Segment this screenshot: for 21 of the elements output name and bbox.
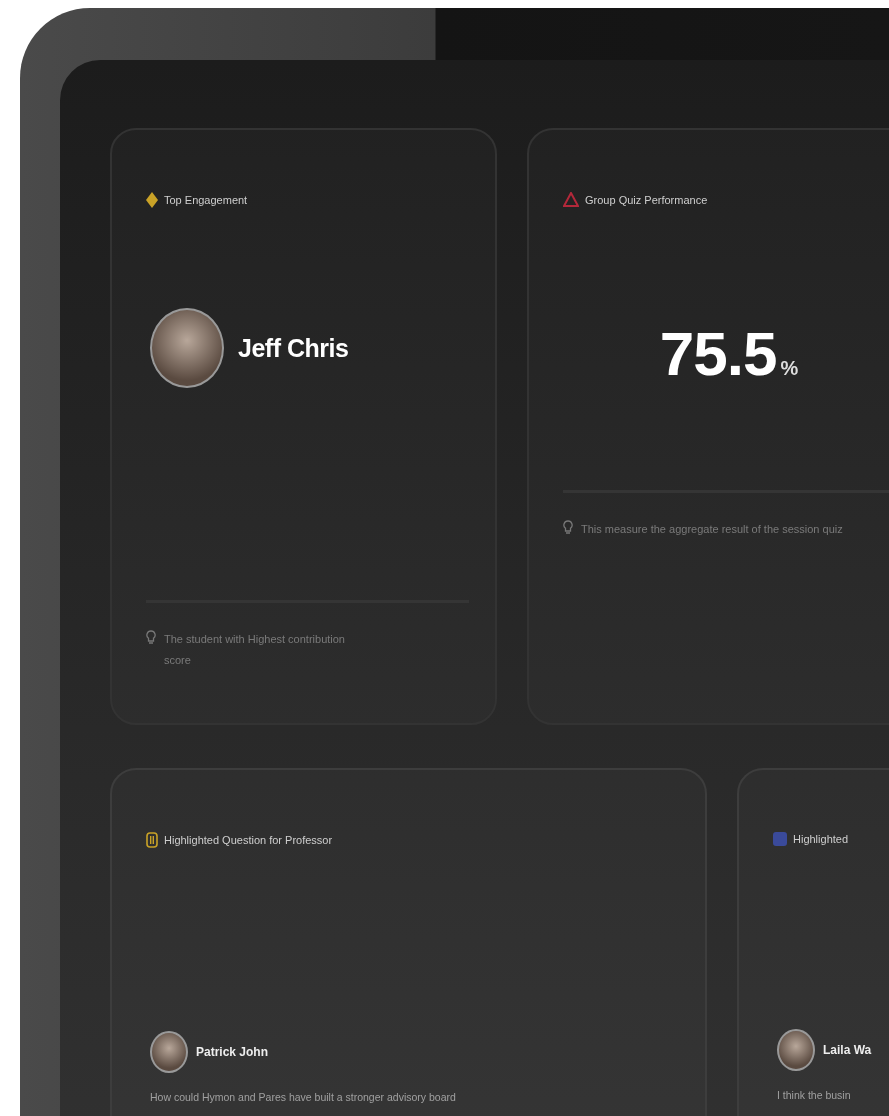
card-title: Top Engagement	[164, 194, 248, 206]
card-title: Highlighted	[793, 833, 849, 845]
question-text: How could Hymon and Pares have built a stronger advisory board	[150, 1091, 457, 1103]
author-name: Laila Wa	[823, 1043, 872, 1057]
hint-text: The student with Highest contribution score	[164, 632, 346, 668]
alarm-icon	[563, 192, 579, 208]
diamond-icon	[146, 192, 158, 208]
hint-text: This measure the aggregate result of the session quiz	[581, 522, 843, 537]
percentage-value: 75.5	[659, 318, 777, 389]
author-name: Patrick John	[196, 1045, 269, 1059]
card-title: Group Quiz Performance	[585, 194, 708, 206]
card-title: Highlighted Question for Professor	[164, 834, 333, 846]
avatar	[150, 1031, 188, 1073]
square-icon	[773, 832, 787, 846]
student-name: Jeff Chris	[238, 333, 349, 363]
pause-icon	[146, 832, 158, 848]
avatar	[777, 1029, 815, 1071]
lightbulb-icon	[563, 520, 573, 535]
question-text: I think the busin	[777, 1089, 852, 1101]
lightbulb-icon	[146, 630, 156, 645]
percent-sign: %	[780, 357, 799, 380]
